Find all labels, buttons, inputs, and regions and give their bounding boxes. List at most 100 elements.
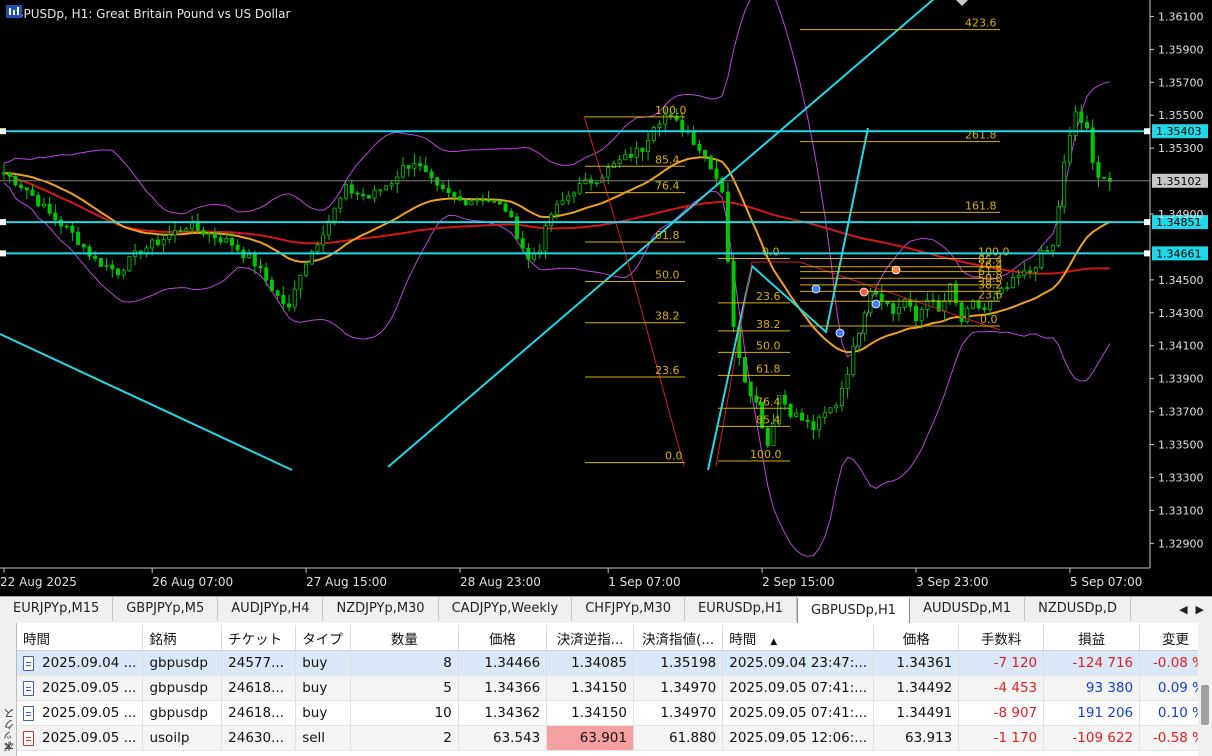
table-row[interactable]: 2025.09.05 ... gbpusdp 24618... buy 10 1.3436… [17,700,1212,726]
line-handle[interactable] [0,250,6,257]
column-header[interactable]: 数量 [350,625,459,651]
candle-body [247,253,252,259]
candle-body [549,214,554,227]
y-tick-label: 1.34500 [1158,274,1204,287]
candle-body [76,231,81,245]
column-header[interactable]: 価格 [873,625,960,651]
column-header[interactable]: 時間 ▲ [722,625,875,651]
fibonacci-level-label: 50.0 [655,269,680,282]
tab-scroll-right-icon[interactable]: ▶ [1196,603,1204,616]
cell-time: 2025.09.05 ... [17,700,144,726]
column-header[interactable]: 決済指値(... [633,625,724,651]
cell-text: 1.34970 [660,680,717,696]
y-tick-label: 1.35300 [1158,142,1204,155]
tab-nzdusdp-d[interactable]: NZDUSDp,D [1025,597,1131,621]
cell-sl: 1.34150 [546,700,634,726]
trade-arrow-marker [835,328,845,338]
candle-body [725,191,730,262]
cell-text: 2025.09.05 ... [42,730,137,746]
tab-nzdjpyp-m30[interactable]: NZDJPYp,M30 [323,597,439,621]
column-header[interactable]: 損益 [1043,625,1141,651]
column-header[interactable]: 手数料 [958,625,1045,651]
line-handle[interactable] [1144,250,1150,257]
cell-text: 24618... [228,680,284,696]
tab-audjpyp-h4[interactable]: AUDJPYp,H4 [218,597,324,621]
candle-body [469,200,474,206]
cell-cur: 1.34491 [873,700,960,726]
column-header[interactable]: チケット [221,625,297,651]
price-chart[interactable]: 423.6261.8161.8100.085.476.461.850.038.2… [0,0,1212,594]
candle-body [902,298,907,308]
candle-body [155,239,160,246]
cell-text: -109 622 [1072,730,1134,746]
candle-body [839,387,844,407]
table-scrollbar[interactable] [1198,623,1212,756]
candle-body [646,139,651,152]
candle-body [423,165,428,173]
cell-text: 63.901 [579,730,627,746]
column-header[interactable]: 銘柄 [142,625,223,651]
line-handle[interactable] [0,219,6,226]
trade-arrow-marker [891,265,901,275]
candle-body [811,421,816,431]
column-header-label: 手数料 [980,631,1022,648]
tab-chfjpyp-m30[interactable]: CHFJPYp,M30 [572,597,686,621]
cell-text: 63.913 [905,730,953,746]
candle-body [492,201,497,203]
line-handle[interactable] [1144,219,1150,226]
column-header[interactable]: 時間 [17,625,144,651]
column-header[interactable]: 価格 [458,625,548,651]
column-header-label: タイプ [302,631,343,648]
column-header-label: 決済逆指... [556,631,624,648]
cell-profit: 191 206 [1043,700,1141,726]
candle-body [577,183,582,194]
candle-body [697,143,702,151]
candle-body [611,163,616,168]
trend-line[interactable] [0,333,293,471]
candle-body [184,228,189,232]
y-tick-label: 1.35500 [1158,109,1204,122]
column-header[interactable]: タイプ [295,625,351,651]
candle-body [566,195,571,202]
candle-body [1016,274,1021,278]
fibonacci-level-label: 161.8 [965,199,997,212]
chart-area[interactable]: 423.6 261.8 161.8 100.0 85.4 76.4 61.8 50.0 38.2… [0,0,1212,594]
scrollbar-thumb[interactable] [1201,685,1209,725]
candle-body [959,302,964,322]
candle-body [195,222,200,231]
fibonacci-level-label: 423.6 [965,17,997,30]
tab-scroll: ◀ ▶ [1171,597,1212,621]
cell-ticket: 24618... [221,675,297,701]
tab-gbpusdp-h1[interactable]: GBPUSDp,H1 [797,597,911,624]
table-row[interactable]: 2025.09.04 ... gbpusdp 24577... buy 8 1.34466… [17,650,1212,676]
fibonacci-level-label: 0.0 [980,313,998,326]
tab-eurusdp-h1[interactable]: EURUSDp,H1 [685,597,798,621]
candle-body [879,293,884,302]
tab-audusdp-m1[interactable]: AUDUSDp,M1 [910,597,1026,621]
column-header[interactable]: 決済逆指... [546,625,634,651]
candle-body [298,274,303,290]
chart-type-icon[interactable] [6,5,22,18]
table-row[interactable]: 2025.09.05 ... usoilp 24630... sell 2 63.543 6… [17,725,1212,751]
line-handle[interactable] [1144,128,1150,135]
cell-price: 63.543 [458,725,548,751]
tab-cadjpyp-weekly[interactable]: CADJPYp,Weekly [439,597,573,621]
line-handle[interactable] [0,128,6,135]
cell-tp: 61.880 [633,725,724,751]
candle-body [714,168,719,179]
toolbox-side-label: ✕ ボックス [0,623,17,756]
candle-body [971,300,976,309]
tab-gbpjpyp-m5[interactable]: GBPJPYp,M5 [113,597,219,621]
table-row[interactable]: 2025.09.05 ... gbpusdp 24618... buy 5 1.34366… [17,675,1212,701]
fibonacci-level-label: 23.6 [978,288,1003,301]
cell-text: 1.34362 [484,705,541,721]
candle-body [321,234,326,246]
candle-body [1045,250,1050,252]
tab-scroll-left-icon[interactable]: ◀ [1179,603,1187,616]
cell-profit: -124 716 [1043,650,1141,676]
cell-text: -7 120 [993,655,1038,671]
candle-body [497,201,502,205]
tab-eurjpyp-m15[interactable]: EURJPYp,M15 [0,597,114,621]
chart-shift-icon[interactable] [956,0,968,6]
candle-body [617,159,622,164]
